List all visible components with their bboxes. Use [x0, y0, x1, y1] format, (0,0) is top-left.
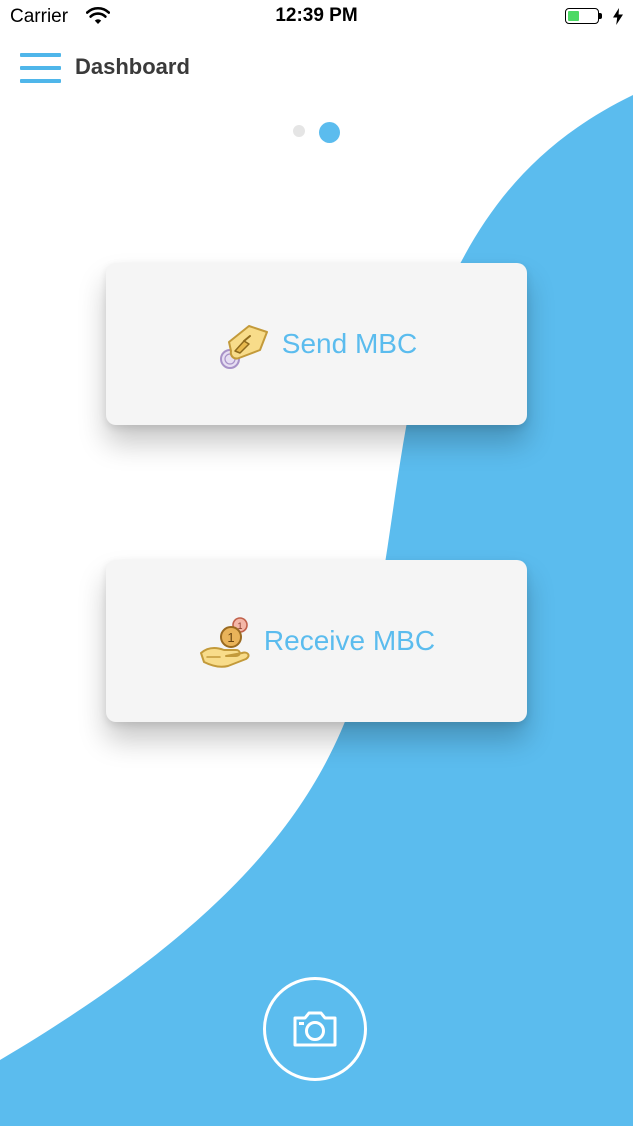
pager-dot-1[interactable] — [293, 125, 305, 137]
clock-time: 12:39 PM — [275, 5, 358, 26]
battery-icon — [565, 8, 607, 26]
hand-receiving-coins-icon: 1 1 — [199, 617, 250, 668]
send-mbc-button[interactable]: Send MBC — [106, 263, 527, 425]
receive-mbc-button[interactable]: 1 1 Receive MBC — [106, 560, 527, 722]
status-bar: Carrier 12:39 PM — [0, 0, 633, 36]
hand-giving-coin-icon — [219, 325, 268, 369]
pager-dot-2-active[interactable] — [319, 122, 340, 143]
page-title: Dashboard — [75, 54, 190, 79]
charging-bolt-icon — [613, 8, 623, 25]
send-mbc-label: Send MBC — [281, 328, 418, 359]
receive-mbc-label: Receive MBC — [263, 625, 436, 656]
camera-icon — [293, 1011, 337, 1047]
camera-button[interactable] — [263, 977, 367, 1081]
svg-text:1: 1 — [227, 630, 234, 645]
hamburger-menu-icon[interactable] — [20, 53, 61, 83]
